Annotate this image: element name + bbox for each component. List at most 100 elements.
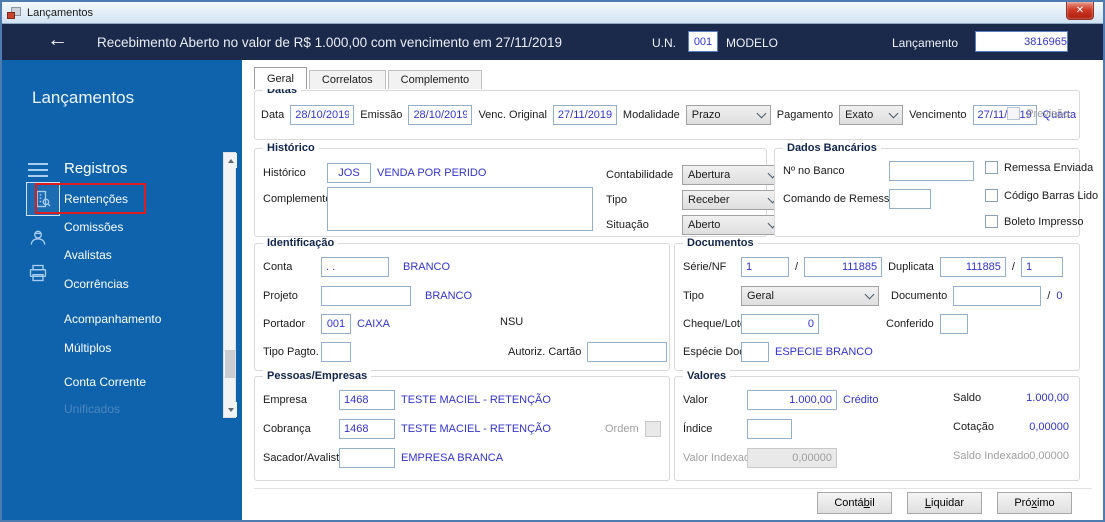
projeto-input[interactable]: [321, 286, 411, 306]
empresa-input[interactable]: [339, 390, 395, 410]
conta-input[interactable]: [321, 257, 389, 277]
valor-input[interactable]: [747, 390, 837, 410]
sidebar-section-registros[interactable]: Registros: [64, 160, 127, 177]
printer-icon[interactable]: [28, 263, 48, 283]
tipo-pagto-label: Tipo Pagto.: [263, 346, 319, 358]
chevron-down-icon: [864, 289, 875, 300]
credito-tag: Crédito: [843, 394, 879, 406]
sidebar-item-multiplos[interactable]: Múltiplos: [64, 341, 111, 355]
doc-tipo-label: Tipo: [683, 290, 704, 302]
documento-label: Documento: [891, 290, 948, 302]
scroll-up-icon[interactable]: [224, 153, 237, 168]
liquidar-button[interactable]: Liquidar: [907, 492, 982, 514]
saldo-value: 1.000,00: [1026, 392, 1069, 404]
scroll-down-icon[interactable]: [224, 402, 237, 417]
documento-input[interactable]: [953, 286, 1042, 306]
portador-input[interactable]: [321, 314, 351, 334]
comando-remessa-label: Comando de Remessa: [783, 193, 896, 205]
comando-remessa-input[interactable]: [889, 189, 931, 209]
conferido-label: Conferido: [886, 318, 934, 330]
previsao-label: Previsão: [1026, 107, 1069, 120]
app-window: Lançamentos ✕ ← Recebimento Aberto no va…: [0, 0, 1105, 522]
remessa-enviada-checkbox[interactable]: [985, 161, 998, 174]
nsu-label: NSU: [500, 316, 524, 328]
cobranca-input[interactable]: [339, 419, 395, 439]
sidebar-item-conta-corrente[interactable]: Conta Corrente: [64, 375, 146, 389]
duplicata-input[interactable]: [939, 257, 1006, 277]
proximo-button[interactable]: Próximo: [997, 492, 1072, 514]
duplicata-seq-input[interactable]: [1020, 257, 1063, 277]
codigo-barras-checkbox[interactable]: [985, 189, 998, 202]
doc-tipo-select[interactable]: Geral: [741, 286, 879, 306]
num-banco-input[interactable]: [889, 161, 974, 181]
sidebar-item-comissoes[interactable]: Comissões: [64, 220, 123, 234]
contabil-button[interactable]: Contábil: [817, 492, 892, 514]
boleto-impresso-checkbox[interactable]: [985, 215, 998, 228]
tab-strip: Geral Correlatos Complemento: [254, 67, 484, 89]
autoriz-cartao-input[interactable]: [587, 342, 668, 362]
cheque-lote-input[interactable]: [741, 314, 819, 334]
tipo-label: Tipo: [606, 194, 627, 206]
lancamento-number-input[interactable]: [975, 31, 1068, 52]
valor-label: Valor: [683, 394, 708, 406]
sidebar-scrollbar[interactable]: [223, 152, 237, 418]
cotacao-label: Cotação: [953, 421, 994, 433]
contabilidade-select[interactable]: Abertura: [682, 165, 782, 185]
tab-complemento[interactable]: Complemento: [387, 70, 483, 89]
scrollbar-thumb[interactable]: [225, 350, 235, 378]
group-pessoas-title: Pessoas/Empresas: [263, 370, 372, 382]
tipo-select[interactable]: Receber: [682, 190, 782, 210]
complemento-label: Complemento: [263, 193, 332, 205]
indice-input[interactable]: [747, 419, 792, 439]
modalidade-select[interactable]: Prazo: [685, 105, 771, 125]
empresa-desc: TESTE MACIEL - RETENÇÃO: [401, 394, 551, 406]
sacador-avalista-input[interactable]: [339, 448, 395, 468]
boleto-impresso-label: Boleto Impresso: [1004, 215, 1084, 228]
lancamento-label: Lançamento: [892, 36, 959, 50]
data-input[interactable]: [290, 105, 355, 125]
group-documentos-title: Documentos: [683, 237, 758, 249]
close-icon[interactable]: ✕: [1066, 2, 1094, 20]
main-content: Geral Correlatos Complemento Datas Data …: [242, 60, 1103, 520]
num-banco-label: Nº no Banco: [783, 165, 845, 177]
tab-geral[interactable]: Geral: [254, 67, 307, 89]
conferido-input[interactable]: [939, 314, 968, 334]
group-identificacao-title: Identificação: [263, 237, 339, 249]
venc-original-input[interactable]: [552, 105, 617, 125]
emissao-input[interactable]: [408, 105, 473, 125]
valor-indexado-input: [747, 448, 837, 468]
situacao-select[interactable]: Aberto: [682, 215, 782, 235]
emissao-label: Emissão: [360, 109, 403, 121]
complemento-textarea[interactable]: [327, 187, 593, 231]
nf-input[interactable]: [804, 257, 883, 277]
pagamento-select[interactable]: Exato: [839, 105, 904, 125]
group-historico-title: Histórico: [263, 142, 319, 154]
un-company-label: MODELO: [726, 36, 779, 50]
window-title: Lançamentos: [27, 6, 94, 19]
title-bar[interactable]: Lançamentos ✕: [2, 2, 1103, 24]
group-valores-title: Valores: [683, 370, 731, 382]
previsao-checkbox: [1007, 107, 1021, 120]
record-header: ← Recebimento Aberto no valor de R$ 1.00…: [2, 24, 1103, 60]
un-label: U.N.: [652, 36, 676, 50]
serie-input[interactable]: [741, 257, 789, 277]
sidebar-item-acompanhamento[interactable]: Acompanhamento: [64, 312, 161, 326]
tab-correlatos[interactable]: Correlatos: [308, 70, 386, 89]
cotacao-value: 0,00000: [1029, 421, 1069, 433]
sidebar-title: Lançamentos: [32, 88, 135, 107]
saldo-label: Saldo: [953, 392, 982, 404]
especie-doc-input[interactable]: [741, 342, 769, 362]
sidebar-item-ocorrencias[interactable]: Ocorrências: [64, 277, 129, 291]
sidebar-item-avalistas[interactable]: Avalistas: [64, 248, 112, 262]
person-icon[interactable]: [28, 228, 48, 248]
group-datas: Datas Data Emissão Venc. Original Modali…: [254, 84, 1080, 140]
group-historico: Histórico Histórico VENDA POR PERIDO Com…: [254, 142, 782, 237]
historico-code-input[interactable]: [327, 163, 371, 183]
un-input[interactable]: [688, 31, 718, 52]
tipo-pagto-input[interactable]: [321, 342, 351, 362]
hamburger-menu-icon[interactable]: [28, 163, 48, 181]
footer-divider: [254, 488, 1092, 489]
back-arrow-icon[interactable]: ←: [47, 28, 68, 52]
slash: /: [1047, 290, 1051, 302]
contabilidade-label: Contabilidade: [606, 169, 674, 181]
